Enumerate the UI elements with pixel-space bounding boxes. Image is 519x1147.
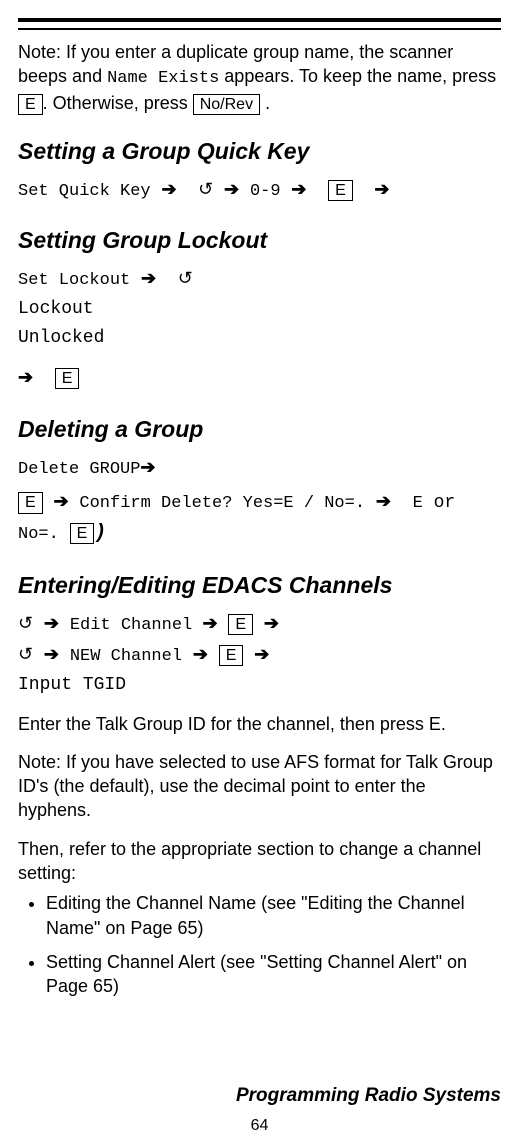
seq3-delete-group: Delete GROUP <box>18 460 140 479</box>
heading-deleting-a-group: Deleting a Group <box>18 416 501 443</box>
seq3-confirm: Confirm Delete? Yes=E / No=. <box>79 494 365 513</box>
dial-icon: ↺ <box>178 268 193 288</box>
arrow-icon: ➔ <box>161 179 176 199</box>
arrow-icon: ➔ <box>291 179 306 199</box>
arrow-icon: ➔ <box>224 179 239 199</box>
arrow-icon: ➔ <box>193 644 208 664</box>
key-e: E <box>18 94 43 115</box>
seq3-paren: ) <box>94 522 106 545</box>
seq2-lockout: Lockout <box>18 295 501 324</box>
key-e: E <box>18 492 43 513</box>
arrow-icon: ➔ <box>44 613 59 633</box>
key-e: E <box>55 368 80 389</box>
arrow-icon: ➔ <box>141 268 156 288</box>
key-e: E <box>228 614 253 635</box>
seq3-e: E <box>413 494 423 513</box>
para-refer: Then, refer to the appropriate section t… <box>18 837 501 886</box>
key-e: E <box>219 645 244 666</box>
heading-setting-group-lockout: Setting Group Lockout <box>18 227 501 254</box>
seq3-or: or <box>434 493 456 513</box>
seq3-no: No=. <box>18 525 59 544</box>
key-e: E <box>70 523 95 544</box>
seq-delete-line1: Delete GROUP➔ <box>18 453 501 484</box>
seq1-0-9: 0-9 <box>250 182 281 201</box>
intro-mid2: . Otherwise, press <box>43 93 193 113</box>
key-norev: No/Rev <box>193 94 260 115</box>
para-afs-note: Note: If you have selected to use AFS fo… <box>18 750 501 823</box>
arrow-icon: ➔ <box>202 613 217 633</box>
seq2-unlocked: Unlocked <box>18 324 501 353</box>
heading-entering-editing-edacs: Entering/Editing EDACS Channels <box>18 572 501 599</box>
arrow-icon: ➔ <box>18 367 33 387</box>
footer-title: Programming Radio Systems <box>236 1085 501 1107</box>
arrow-icon: ➔ <box>376 491 391 511</box>
dial-icon: ↺ <box>198 179 213 199</box>
bullet-list: Editing the Channel Name (see "Editing t… <box>18 891 501 998</box>
seq-delete-line2: E ➔ Confirm Delete? Yes=E / No=. ➔ E or … <box>18 487 501 550</box>
seq4-edit-channel: Edit Channel <box>70 616 203 635</box>
intro-post: . <box>260 93 270 113</box>
intro-mid: appears. To keep the name, press <box>219 66 496 86</box>
para-enter-tgid: Enter the Talk Group ID for the channel,… <box>18 712 501 736</box>
seq4-new-channel: NEW Channel <box>70 647 182 666</box>
seq2-set-lockout: Set Lockout <box>18 271 130 290</box>
seq1-set-quick-key: Set Quick Key <box>18 182 151 201</box>
key-e: E <box>328 180 353 201</box>
arrow-icon: ➔ <box>44 644 59 664</box>
page: Note: If you enter a duplicate group nam… <box>0 0 519 1147</box>
arrow-icon: ➔ <box>264 613 279 633</box>
arrow-icon: ➔ <box>53 491 68 511</box>
seq-lockout-line4: ➔ E <box>18 363 501 394</box>
intro-name-exists: Name Exists <box>107 69 219 88</box>
dial-icon: ↺ <box>18 644 33 664</box>
seq-edacs-line2: ↺ ➔ NEW Channel ➔ E ➔ <box>18 640 501 671</box>
arrow-icon: ➔ <box>374 179 389 199</box>
top-rule-thin <box>18 28 501 30</box>
dial-icon: ↺ <box>18 613 33 633</box>
seq4-input-tgid: Input TGID <box>18 671 501 700</box>
bullet-setting-channel-alert: Setting Channel Alert (see "Setting Chan… <box>46 950 501 999</box>
arrow-icon: ➔ <box>254 644 269 664</box>
seq-edacs-line1: ↺ ➔ Edit Channel ➔ E ➔ <box>18 609 501 640</box>
seq-lockout-line1: Set Lockout ➔ ↺ <box>18 264 501 295</box>
bullet-edit-channel-name: Editing the Channel Name (see "Editing t… <box>46 891 501 940</box>
heading-setting-group-quick-key: Setting a Group Quick Key <box>18 138 501 165</box>
intro-paragraph: Note: If you enter a duplicate group nam… <box>18 40 501 116</box>
seq-quick-key: Set Quick Key ➔ ↺ ➔ 0-9 ➔ E ➔ <box>18 175 501 206</box>
page-number: 64 <box>0 1117 519 1135</box>
arrow-icon: ➔ <box>140 457 155 477</box>
top-rule-thick <box>18 18 501 22</box>
